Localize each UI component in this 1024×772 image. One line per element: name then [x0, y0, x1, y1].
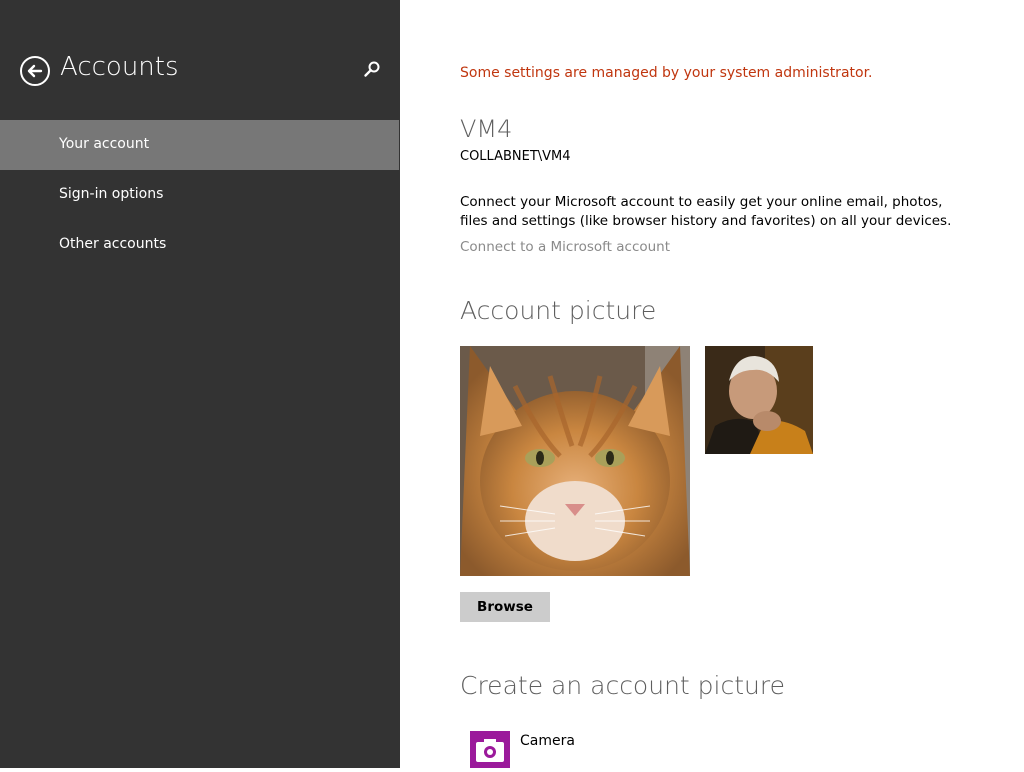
- admin-notice: Some settings are managed by your system…: [460, 65, 873, 81]
- back-arrow-icon: [27, 64, 43, 78]
- person-picture: [705, 346, 813, 454]
- camera-icon: [476, 739, 504, 762]
- user-domain: COLLABNET\VM4: [460, 149, 571, 164]
- sidebar: Accounts Your account Sign-in options Ot…: [0, 0, 400, 768]
- browse-button[interactable]: Browse: [460, 592, 550, 622]
- connect-microsoft-account-link[interactable]: Connect to a Microsoft account: [460, 239, 670, 255]
- main-content: Some settings are managed by your system…: [400, 0, 1024, 768]
- camera-tile[interactable]: [470, 731, 510, 768]
- search-icon: [364, 61, 380, 77]
- cat-picture: [460, 346, 690, 576]
- sidebar-item-other-accounts[interactable]: Other accounts: [0, 220, 399, 270]
- sidebar-title: Accounts: [60, 52, 179, 82]
- search-button[interactable]: [362, 60, 382, 80]
- back-button[interactable]: [20, 56, 50, 86]
- account-picture-heading: Account picture: [460, 296, 657, 325]
- sidebar-item-label: Other accounts: [59, 236, 167, 252]
- sidebar-item-label: Sign-in options: [59, 186, 164, 202]
- account-description: Connect your Microsoft account to easily…: [460, 194, 952, 229]
- sidebar-item-label: Your account: [59, 136, 150, 152]
- create-account-picture-heading: Create an account picture: [460, 671, 785, 700]
- previous-account-picture[interactable]: [705, 346, 813, 454]
- camera-label[interactable]: Camera: [520, 733, 575, 749]
- user-name: VM4: [460, 115, 513, 143]
- current-account-picture: [460, 346, 690, 576]
- sidebar-item-your-account[interactable]: Your account: [0, 120, 399, 170]
- sidebar-item-sign-in-options[interactable]: Sign-in options: [0, 170, 399, 220]
